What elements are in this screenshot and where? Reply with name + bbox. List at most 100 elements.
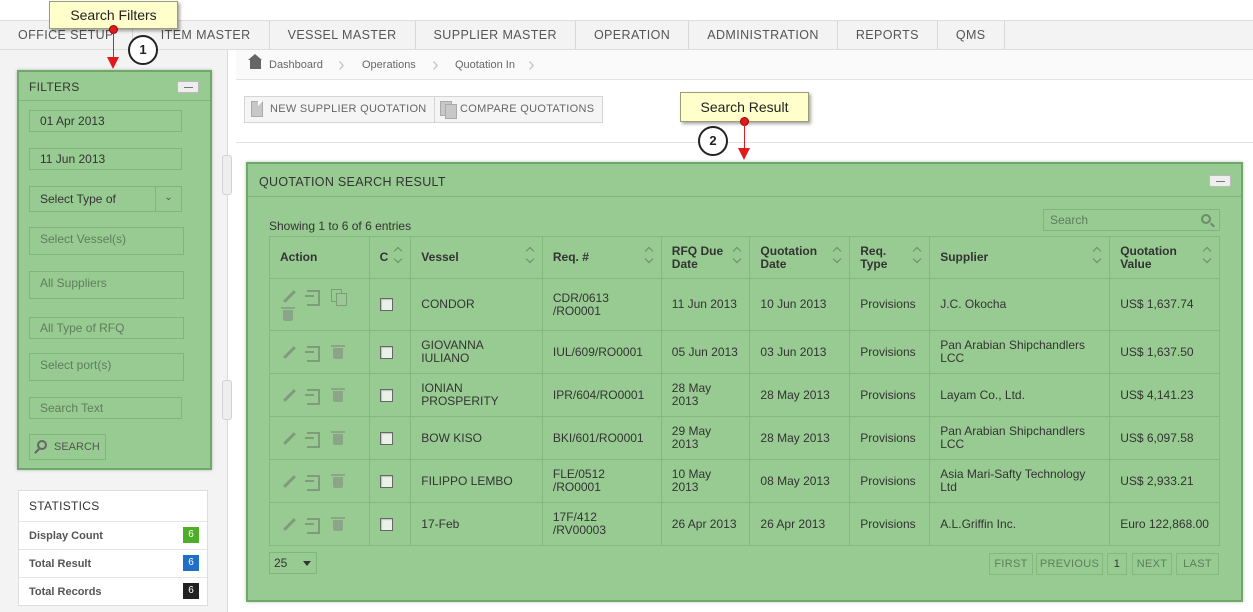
vessel-cell: CONDOR bbox=[410, 278, 543, 331]
vessel-multiselect[interactable]: Select Vessel(s) bbox=[29, 227, 184, 255]
col-rfq-due-date[interactable]: RFQ Due Date bbox=[660, 236, 751, 279]
action-cell bbox=[269, 330, 370, 374]
trash-icon[interactable] bbox=[330, 430, 346, 446]
pager-page-1[interactable]: 1 bbox=[1107, 553, 1127, 575]
req-cell: CDR/0613 /RO0001 bbox=[541, 278, 662, 331]
trash-icon[interactable] bbox=[330, 516, 346, 532]
move-icon[interactable] bbox=[305, 516, 321, 534]
col-supplier[interactable]: Supplier bbox=[929, 236, 1111, 279]
stat-display-count: Display Count 6 bbox=[19, 521, 207, 549]
pager-last[interactable]: LAST bbox=[1176, 553, 1219, 575]
compare-quotations-button[interactable]: COMPARE QUOTATIONS bbox=[434, 96, 604, 123]
splitter-handle[interactable] bbox=[222, 380, 232, 420]
filters-collapse-button[interactable] bbox=[177, 81, 199, 93]
breadcrumb-dashboard[interactable]: Dashboard bbox=[269, 59, 323, 71]
edit-icon[interactable] bbox=[280, 288, 296, 304]
copy-icon[interactable] bbox=[330, 288, 347, 306]
table-search-input[interactable] bbox=[1043, 209, 1220, 231]
trash-icon[interactable] bbox=[280, 306, 296, 322]
col-req-type[interactable]: Req. Type bbox=[849, 236, 931, 279]
row-checkbox[interactable] bbox=[379, 298, 393, 312]
result-collapse-button[interactable] bbox=[1209, 175, 1231, 187]
result-divider bbox=[248, 196, 1241, 197]
page-size-select[interactable]: 25 bbox=[269, 552, 317, 574]
edit-icon[interactable] bbox=[280, 344, 296, 360]
supplier-cell: Pan Arabian Shipchandlers LCC bbox=[929, 416, 1111, 460]
trash-icon[interactable] bbox=[330, 387, 346, 403]
filters-search-label: SEARCH bbox=[54, 441, 100, 453]
from-date-field[interactable]: 01 Apr 2013 bbox=[29, 110, 182, 132]
col-quotation-date[interactable]: Quotation Date bbox=[749, 236, 851, 279]
value-cell: US$ 1,637.50 bbox=[1109, 330, 1220, 374]
row-checkbox[interactable] bbox=[379, 431, 393, 445]
move-icon[interactable] bbox=[305, 387, 321, 405]
due-date-cell: 11 Jun 2013 bbox=[660, 278, 751, 331]
menu-vessel-master[interactable]: VESSEL MASTER bbox=[270, 21, 416, 49]
splitter-handle[interactable] bbox=[222, 155, 232, 195]
stat-badge: 6 bbox=[183, 583, 199, 599]
pager-first[interactable]: FIRST bbox=[989, 553, 1033, 575]
stat-label: Total Result bbox=[29, 558, 92, 570]
to-date-field[interactable]: 11 Jun 2013 bbox=[29, 148, 182, 170]
new-supplier-quotation-button[interactable]: NEW SUPPLIER QUOTATION bbox=[244, 96, 436, 123]
move-icon[interactable] bbox=[305, 288, 321, 306]
rfq-type-select[interactable]: All Type of RFQ bbox=[29, 317, 184, 339]
row-checkbox[interactable] bbox=[379, 474, 393, 488]
menu-supplier-master[interactable]: SUPPLIER MASTER bbox=[416, 21, 576, 49]
row-checkbox[interactable] bbox=[379, 388, 393, 402]
col-quotation-value[interactable]: Quotation Value bbox=[1109, 236, 1220, 279]
search-icon bbox=[37, 440, 47, 450]
supplier-cell: Layam Co., Ltd. bbox=[929, 373, 1111, 417]
filters-title: FILTERS bbox=[29, 80, 80, 94]
edit-icon[interactable] bbox=[280, 516, 296, 532]
pointer-arrow-icon bbox=[107, 57, 119, 69]
edit-icon[interactable] bbox=[280, 387, 296, 403]
col-label: Vessel bbox=[421, 250, 459, 264]
breadcrumb-operations[interactable]: Operations bbox=[362, 59, 416, 71]
edit-icon[interactable] bbox=[280, 430, 296, 446]
port-multiselect[interactable]: Select port(s) bbox=[29, 353, 184, 381]
menu-administration[interactable]: ADMINISTRATION bbox=[689, 21, 838, 49]
menu-qms[interactable]: QMS bbox=[938, 21, 1005, 49]
table-header-row: Action C Vessel Req. # RFQ Due Date Quot… bbox=[269, 236, 1220, 279]
edit-icon[interactable] bbox=[280, 473, 296, 489]
trash-icon[interactable] bbox=[330, 473, 346, 489]
sort-icon bbox=[395, 248, 403, 264]
filters-panel: FILTERS 01 Apr 2013 11 Jun 2013 Select T… bbox=[17, 70, 212, 470]
pager-previous[interactable]: PREVIOUS bbox=[1036, 553, 1103, 575]
action-cell bbox=[269, 278, 370, 331]
menu-reports[interactable]: REPORTS bbox=[838, 21, 938, 49]
type-select-value: Select Type of bbox=[40, 192, 116, 206]
suppliers-multiselect[interactable]: All Suppliers bbox=[29, 271, 184, 299]
menu-operation[interactable]: OPERATION bbox=[576, 21, 690, 49]
col-c[interactable]: C bbox=[368, 236, 412, 279]
home-icon bbox=[248, 54, 262, 69]
col-label: Quotation Date bbox=[760, 243, 818, 271]
col-label: Supplier bbox=[940, 250, 989, 264]
row-checkbox[interactable] bbox=[379, 517, 393, 531]
move-icon[interactable] bbox=[305, 344, 321, 362]
filters-search-button[interactable]: SEARCH bbox=[29, 434, 106, 460]
type-select[interactable]: Select Type of ⌄ bbox=[29, 186, 182, 212]
documents-icon bbox=[440, 101, 457, 119]
trash-icon[interactable] bbox=[330, 344, 346, 360]
chevron-down-icon: ⌄ bbox=[155, 187, 181, 211]
quotation-date-cell: 03 Jun 2013 bbox=[749, 330, 851, 374]
supplier-cell: Pan Arabian Shipchandlers LCC bbox=[929, 330, 1111, 374]
row-checkbox[interactable] bbox=[379, 345, 393, 359]
col-req[interactable]: Req. # bbox=[541, 236, 662, 279]
breadcrumb: Dashboard › Operations › Quotation In › bbox=[236, 50, 1253, 80]
sort-icon bbox=[1204, 248, 1212, 264]
step-badge-1: 1 bbox=[128, 35, 158, 65]
breadcrumb-separator: › bbox=[338, 54, 345, 76]
table-row: CONDOR CDR/0613 /RO0001 11 Jun 2013 10 J… bbox=[269, 278, 1220, 331]
req-type-cell: Provisions bbox=[849, 459, 931, 503]
col-action: Action bbox=[269, 236, 370, 279]
col-vessel[interactable]: Vessel bbox=[410, 236, 543, 279]
search-text-input[interactable] bbox=[29, 397, 182, 419]
move-icon[interactable] bbox=[305, 430, 321, 448]
pager-next[interactable]: NEXT bbox=[1132, 553, 1172, 575]
value-cell: US$ 4,141.23 bbox=[1109, 373, 1220, 417]
move-icon[interactable] bbox=[305, 473, 321, 491]
due-date-cell: 29 May 2013 bbox=[660, 416, 751, 460]
